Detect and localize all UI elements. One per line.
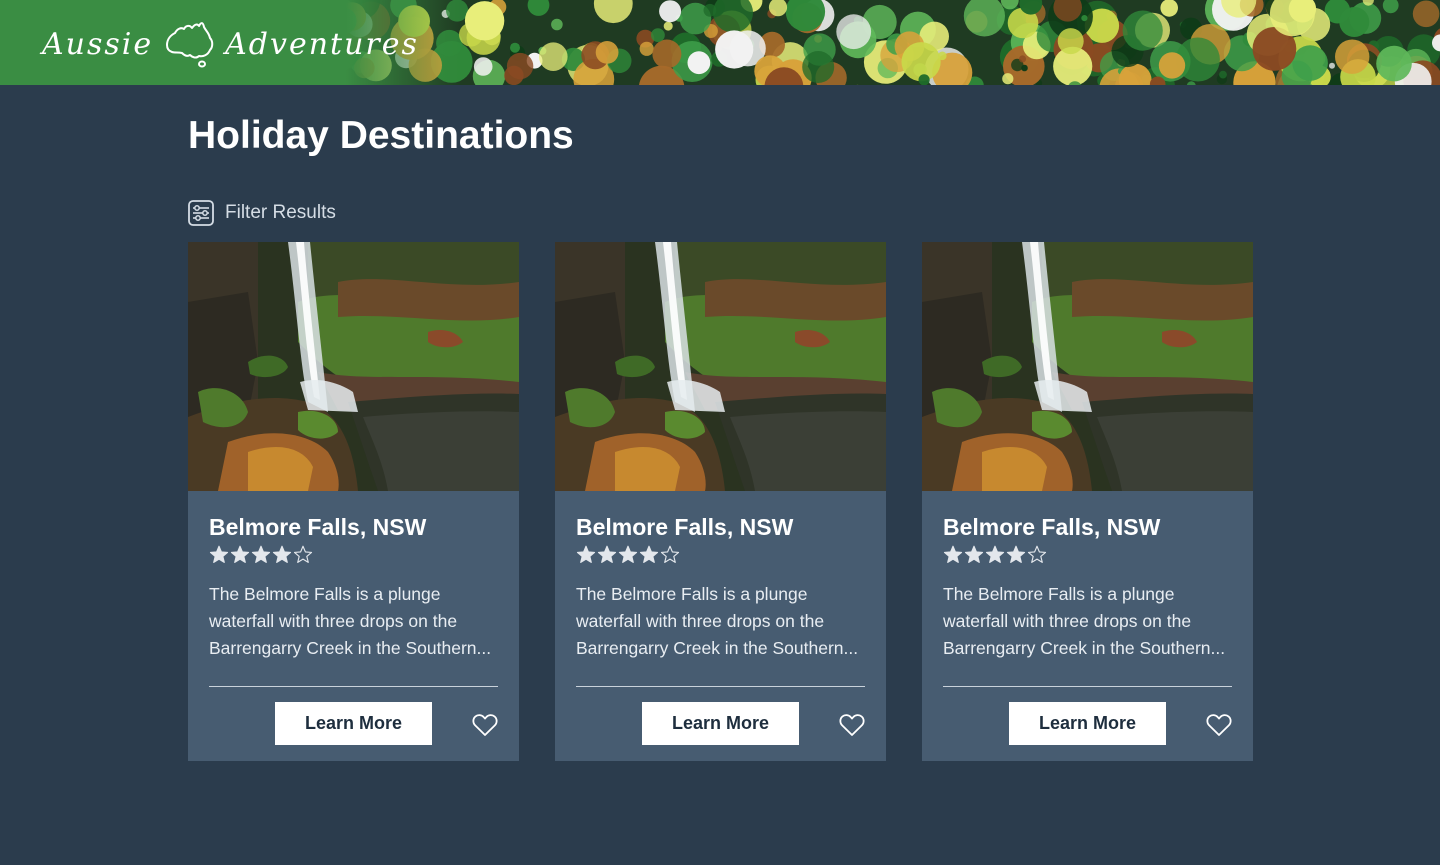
- destination-card-1: Belmore Falls, NSW The Belmore Falls is …: [188, 242, 519, 761]
- heart-icon[interactable]: [839, 713, 865, 737]
- card-divider: [576, 686, 865, 687]
- rating-stars: [576, 545, 680, 564]
- destination-image[interactable]: [555, 242, 886, 491]
- learn-more-button[interactable]: Learn More: [1009, 702, 1166, 745]
- star-outline-icon: [293, 545, 313, 563]
- star-filled-icon: [639, 545, 659, 563]
- star-filled-icon: [1006, 545, 1026, 563]
- card-divider: [943, 686, 1232, 687]
- heart-icon[interactable]: [472, 713, 498, 737]
- destination-description: The Belmore Falls is a plunge waterfall …: [576, 584, 859, 658]
- star-filled-icon: [251, 545, 271, 563]
- learn-more-button[interactable]: Learn More: [275, 702, 432, 745]
- star-outline-icon: [1027, 545, 1047, 563]
- filter-results-label: Filter Results: [225, 202, 336, 223]
- star-filled-icon: [943, 545, 963, 563]
- destination-description: The Belmore Falls is a plunge waterfall …: [209, 584, 492, 658]
- destination-image[interactable]: [188, 242, 519, 491]
- destination-image[interactable]: [922, 242, 1253, 491]
- destination-title: Belmore Falls, NSW: [576, 514, 794, 540]
- destination-card-3: Belmore Falls, NSW The Belmore Falls is …: [922, 242, 1253, 761]
- filter-sliders-icon: [188, 200, 214, 226]
- star-filled-icon: [576, 545, 596, 563]
- destination-title: Belmore Falls, NSW: [943, 514, 1161, 540]
- star-filled-icon: [618, 545, 638, 563]
- star-filled-icon: [230, 545, 250, 563]
- site-logo[interactable]: Aussie Adventures: [42, 18, 419, 70]
- page-title: Holiday Destinations: [188, 114, 574, 157]
- star-filled-icon: [964, 545, 984, 563]
- rating-stars: [943, 545, 1047, 564]
- star-filled-icon: [209, 545, 229, 563]
- star-filled-icon: [597, 545, 617, 563]
- learn-more-button[interactable]: Learn More: [642, 702, 799, 745]
- star-filled-icon: [272, 545, 292, 563]
- logo-word-adventures: Adventures: [225, 26, 419, 62]
- heart-icon[interactable]: [1206, 713, 1232, 737]
- card-divider: [209, 686, 498, 687]
- star-outline-icon: [660, 545, 680, 563]
- australia-map-icon: [166, 22, 214, 68]
- logo-word-aussie: Aussie: [42, 26, 154, 62]
- site-header: Aussie Adventures: [0, 0, 1440, 85]
- rating-stars: [209, 545, 313, 564]
- destination-card-2: Belmore Falls, NSW The Belmore Falls is …: [555, 242, 886, 761]
- star-filled-icon: [985, 545, 1005, 563]
- destination-title: Belmore Falls, NSW: [209, 514, 427, 540]
- filter-results-button[interactable]: Filter Results: [188, 199, 336, 227]
- destination-description: The Belmore Falls is a plunge waterfall …: [943, 584, 1226, 658]
